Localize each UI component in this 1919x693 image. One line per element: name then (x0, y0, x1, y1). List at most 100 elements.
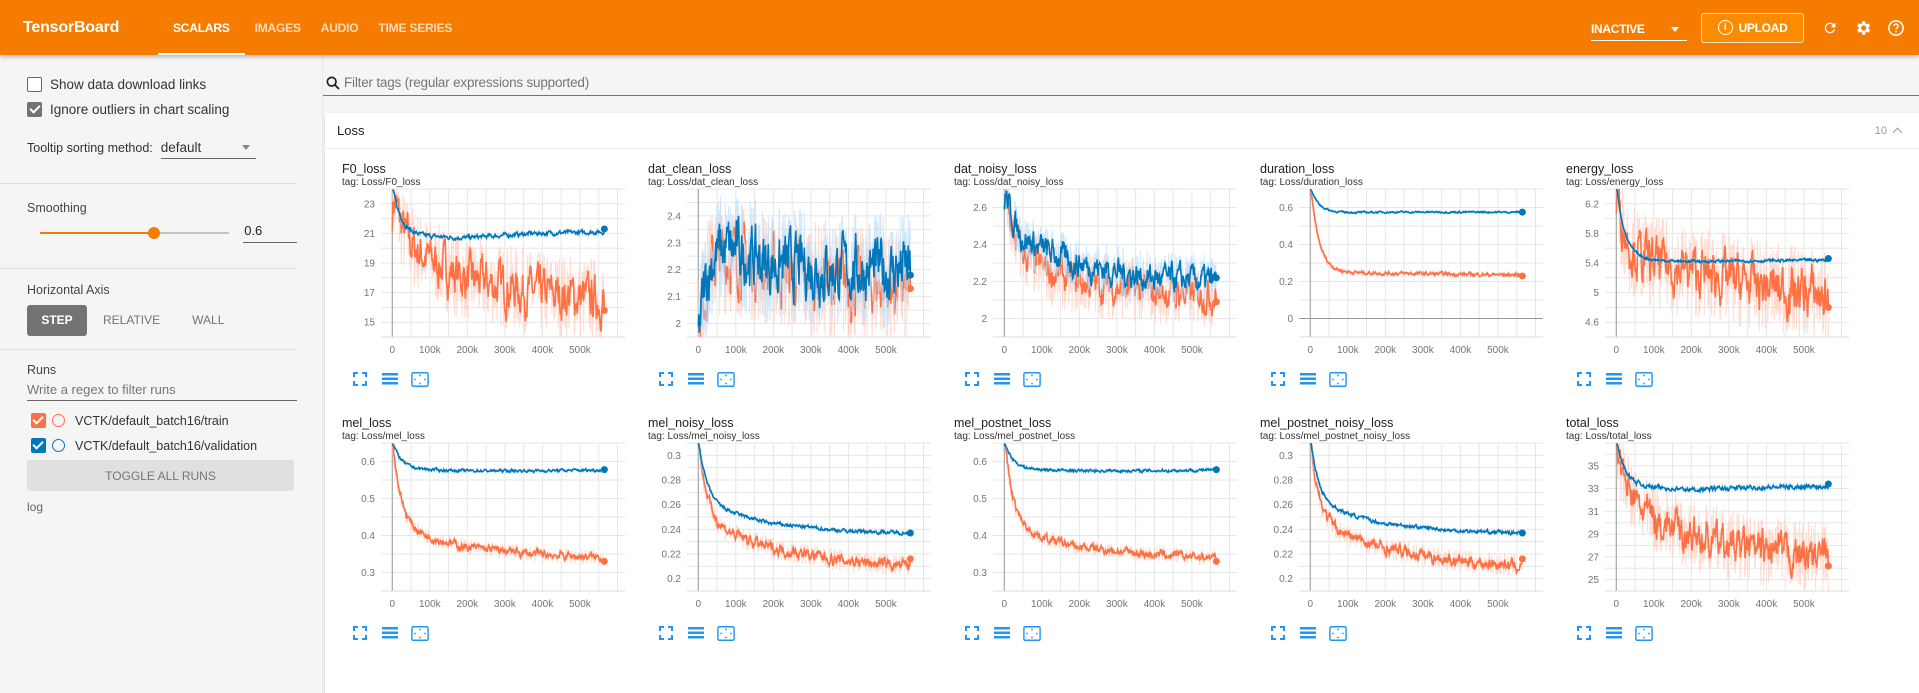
smoothing-label: Smoothing (27, 201, 87, 215)
toggle-log-scale-icon[interactable] (687, 371, 705, 387)
expand-chart-icon[interactable] (1575, 371, 1593, 387)
x-tick-label: 100k (725, 345, 748, 356)
toggle-log-scale-icon[interactable] (381, 625, 399, 641)
line-chart[interactable]: 0.6 0.4 0.2 0 0 100k 200k 300k 400k 500k (1243, 187, 1543, 367)
raw-line (1616, 443, 1829, 591)
toggle-log-scale-icon[interactable] (1605, 625, 1623, 641)
y-tick-label: 0.22 (662, 550, 682, 561)
line-chart[interactable]: 35 33 31 29 27 25 0 100k 200k 300k 400k 500k (1549, 441, 1849, 621)
chart-title: duration_loss (1260, 162, 1335, 176)
chart-title: F0_loss (342, 162, 386, 176)
run-item-validation[interactable]: VCTK/default_batch16/validation (0, 433, 297, 458)
x-tick-label: 500k (1487, 345, 1510, 356)
chart-actions (1269, 625, 1347, 641)
y-tick-label: 0.26 (662, 500, 682, 511)
x-tick-label: 0 (1001, 345, 1007, 356)
y-tick-label: 17 (364, 288, 376, 299)
axis-step-button[interactable]: STEP (27, 304, 87, 336)
toggle-log-scale-icon[interactable] (687, 625, 705, 641)
expand-chart-icon[interactable] (1269, 371, 1287, 387)
tab-audio[interactable]: AUDIO (311, 0, 369, 55)
fit-domain-icon[interactable] (1635, 625, 1653, 641)
toggle-log-scale-icon[interactable] (1299, 625, 1317, 641)
smoothing-value-input[interactable]: 0.6 (243, 223, 297, 243)
expand-chart-icon[interactable] (1269, 625, 1287, 641)
line-chart[interactable]: 6.2 5.8 5.4 5 4.6 0 100k 200k 300k 400k 500k (1549, 187, 1849, 367)
fit-domain-icon[interactable] (1023, 371, 1041, 387)
fit-domain-icon[interactable] (717, 625, 735, 641)
tab-scalars[interactable]: SCALARS (158, 0, 245, 55)
line-chart[interactable]: 2.6 2.4 2.2 2 0 100k 200k 300k 400k 500k (937, 187, 1237, 367)
expand-chart-icon[interactable] (657, 371, 675, 387)
expand-chart-icon[interactable] (963, 625, 981, 641)
fit-domain-icon[interactable] (1635, 371, 1653, 387)
x-tick-label: 100k (725, 599, 748, 610)
tag-filter-input[interactable]: Filter tags (regular expressions support… (323, 70, 1919, 96)
axis-wall-button[interactable]: WALL (176, 305, 240, 336)
show-download-links-checkbox[interactable] (27, 77, 42, 92)
toggle-log-scale-icon[interactable] (1299, 371, 1317, 387)
line-chart[interactable]: 0.6 0.5 0.4 0.3 0 100k 200k 300k 400k 500k (325, 441, 625, 621)
runs-label: Runs (27, 363, 57, 377)
inactive-plugins-select[interactable]: INACTIVE (1591, 15, 1687, 41)
tooltip-sorting-select[interactable]: default (160, 137, 256, 159)
run-validation-checkbox[interactable] (31, 438, 46, 453)
line-chart[interactable]: 0.3 0.28 0.26 0.24 0.22 0.2 0 100k 200k 300k 400k 5… (631, 441, 931, 621)
help-icon[interactable] (1886, 18, 1906, 38)
smoothing-slider-handle[interactable] (147, 227, 160, 239)
smoothing-slider[interactable] (40, 227, 230, 239)
upload-button[interactable]: i UPLOAD (1701, 12, 1804, 43)
group-header[interactable]: Loss 10 (325, 113, 1919, 149)
y-tick-label: 2.2 (667, 265, 681, 276)
run-item-train[interactable]: VCTK/default_batch16/train (0, 408, 297, 433)
chart-title: energy_loss (1566, 162, 1634, 176)
show-download-links-option[interactable]: Show data download links (0, 72, 297, 97)
fit-domain-icon[interactable] (1329, 371, 1347, 387)
expand-chart-icon[interactable] (1575, 625, 1593, 641)
expand-chart-icon[interactable] (351, 625, 369, 641)
line-chart[interactable]: 0.6 0.5 0.4 0.3 0 100k 200k 300k 400k 500k (937, 441, 1237, 621)
toggle-all-runs-button[interactable]: TOGGLE ALL RUNS (27, 460, 294, 491)
settings-gear-icon[interactable] (1853, 18, 1873, 38)
toggle-log-scale-icon[interactable] (993, 625, 1011, 641)
fit-domain-icon[interactable] (1329, 625, 1347, 641)
info-icon: i (1717, 20, 1733, 35)
fit-domain-icon[interactable] (411, 371, 429, 387)
x-tick-label: 500k (1487, 599, 1510, 610)
y-tick-label: 0.4 (1279, 240, 1293, 251)
chart-actions (657, 625, 735, 641)
run-train-color-icon[interactable] (52, 414, 65, 427)
line-chart[interactable]: 23 21 19 17 15 0 100k 200k 300k 400k 500k (325, 187, 625, 367)
collapse-chevron-icon[interactable] (1892, 127, 1903, 138)
fit-domain-icon[interactable] (717, 371, 735, 387)
line-chart[interactable]: 2.4 2.3 2.2 2.1 2 0 100k 200k 300k 400k 500k (631, 187, 931, 367)
toggle-log-scale-icon[interactable] (993, 371, 1011, 387)
line-chart[interactable]: 0.3 0.28 0.26 0.24 0.22 0.2 0 100k 200k 300k 400k 5… (1243, 441, 1543, 621)
last-point-marker (1518, 272, 1526, 280)
dropdown-caret-icon (1671, 26, 1679, 32)
axis-relative-button[interactable]: RELATIVE (87, 305, 176, 336)
refresh-icon[interactable] (1820, 18, 1840, 38)
toggle-log-scale-icon[interactable] (1605, 371, 1623, 387)
chart-card-F0-loss: F0_loss tag: Loss/F0_loss 23 21 19 17 15 0 100k 2… (325, 149, 631, 403)
x-tick-label: 200k (762, 345, 785, 356)
chart-title: mel_loss (342, 416, 392, 430)
ignore-outliers-checkbox[interactable] (27, 102, 42, 117)
expand-chart-icon[interactable] (963, 371, 981, 387)
last-point-marker (1518, 529, 1526, 537)
expand-chart-icon[interactable] (657, 625, 675, 641)
raw-line (1309, 189, 1523, 216)
run-validation-color-icon[interactable] (52, 439, 65, 452)
chart-actions (351, 371, 429, 387)
chart-actions (963, 625, 1041, 641)
tab-images[interactable]: IMAGES (245, 0, 311, 55)
run-train-checkbox[interactable] (31, 413, 46, 428)
fit-domain-icon[interactable] (1023, 625, 1041, 641)
fit-domain-icon[interactable] (411, 625, 429, 641)
expand-chart-icon[interactable] (351, 371, 369, 387)
toggle-log-scale-icon[interactable] (381, 371, 399, 387)
runs-filter-input[interactable]: Write a regex to filter runs (27, 377, 297, 401)
tab-time-series[interactable]: TIME SERIES (368, 0, 462, 55)
ignore-outliers-option[interactable]: Ignore outliers in chart scaling (0, 97, 297, 122)
series-train (1003, 443, 1218, 565)
